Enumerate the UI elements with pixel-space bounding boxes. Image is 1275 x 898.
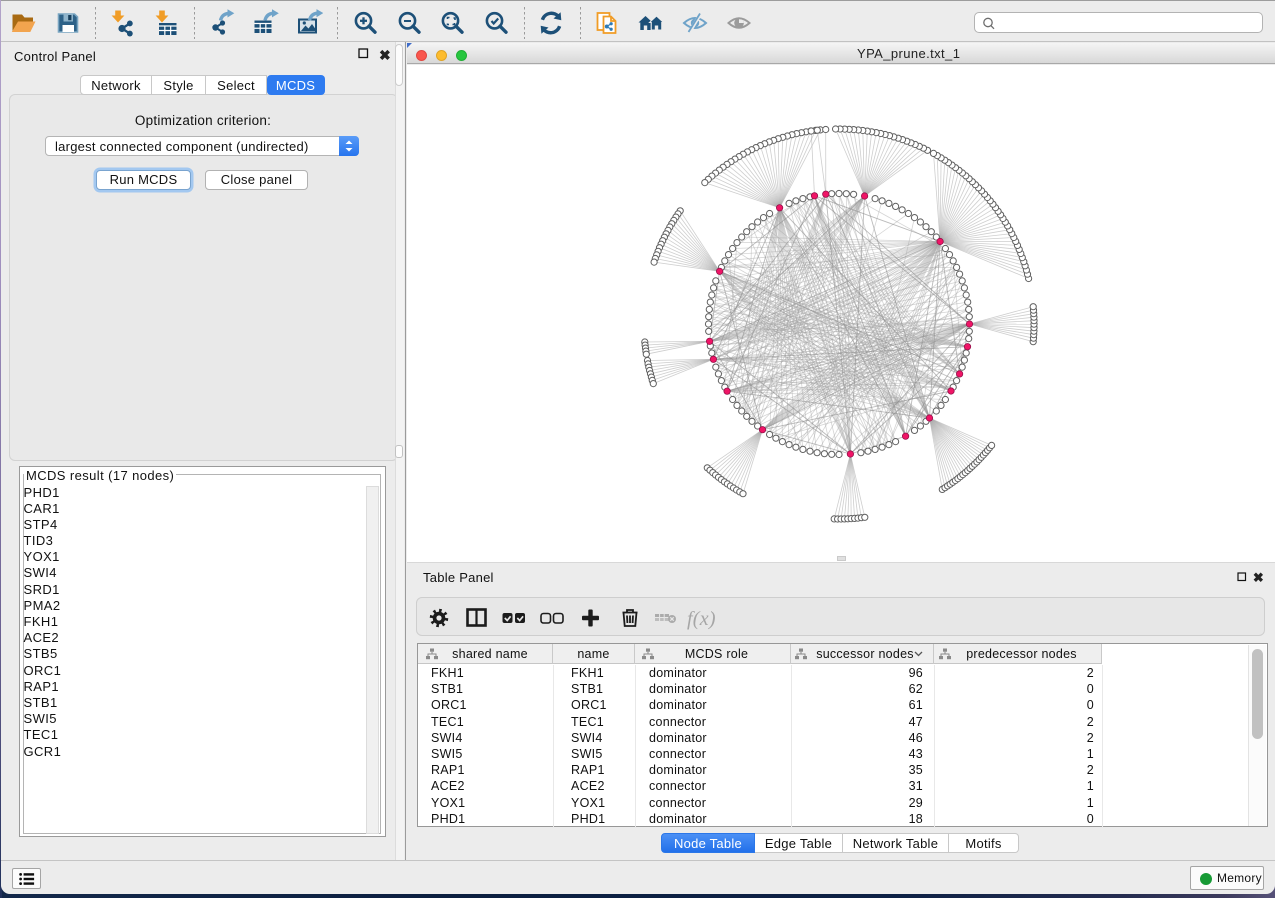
svg-text:f(x): f(x) [687, 608, 716, 630]
